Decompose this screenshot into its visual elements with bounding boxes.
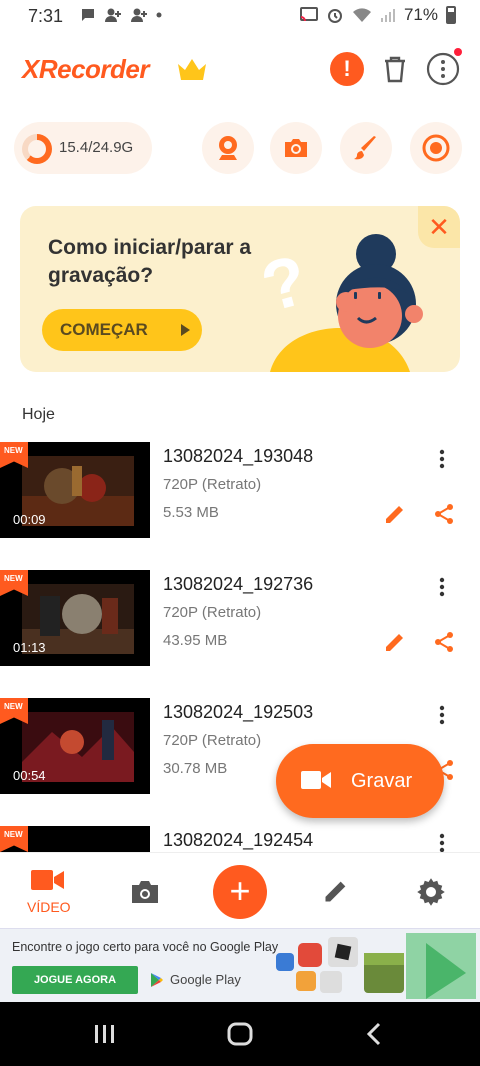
- video-camera-icon: [31, 870, 64, 890]
- tutorial-banner: Como iniciar/parar a gravação? COMEÇAR ?…: [20, 206, 460, 372]
- video-list-item[interactable]: NEW 01:13 13082024_192736 720P (Retrato)…: [0, 570, 480, 670]
- play-arrow-icon: [181, 324, 190, 336]
- wifi-icon: [352, 8, 371, 22]
- video-title: 13082024_193048: [163, 446, 314, 466]
- date-section-label: Hoje: [22, 406, 55, 423]
- video-list-item[interactable]: NEW 13082024_192454: [0, 826, 480, 852]
- camera-icon: [285, 139, 307, 157]
- storage-ring-icon: [22, 134, 52, 164]
- video-size: 43.95 MB: [163, 632, 228, 649]
- notification-dot-icon: [156, 12, 162, 18]
- status-bar: 7:31 71%: [0, 0, 480, 32]
- edit-icon[interactable]: [383, 630, 407, 654]
- ad-banner[interactable]: Encontre o jogo certo para você no Googl…: [0, 928, 480, 1002]
- cast-icon: [299, 7, 318, 22]
- svg-text:?: ?: [254, 240, 315, 326]
- trash-icon[interactable]: [378, 52, 412, 86]
- battery-icon: [446, 6, 456, 24]
- more-vertical-icon[interactable]: [432, 704, 452, 726]
- nav-add-button[interactable]: +: [213, 865, 267, 919]
- video-duration: 01:13: [13, 640, 46, 655]
- crown-icon[interactable]: [176, 56, 208, 82]
- recent-apps-icon[interactable]: [92, 1022, 118, 1046]
- storage-text: 15.4/24.9G: [59, 139, 134, 156]
- record-icon: [422, 134, 450, 162]
- new-badge: NEW: [0, 698, 28, 724]
- video-title: 13082024_192736: [163, 574, 314, 594]
- brush-button[interactable]: [340, 122, 392, 174]
- alarm-icon: [327, 9, 342, 23]
- contact-add-icon: [105, 8, 121, 22]
- video-duration: 00:09: [13, 512, 46, 527]
- video-thumbnail[interactable]: NEW 00:09: [0, 442, 150, 538]
- brush-icon: [354, 136, 376, 160]
- share-icon[interactable]: [432, 502, 456, 526]
- record-button[interactable]: Gravar: [276, 744, 444, 818]
- home-icon[interactable]: [226, 1022, 254, 1046]
- status-time: 7:31: [28, 6, 64, 26]
- facecam-button[interactable]: [202, 122, 254, 174]
- notification-badge: [454, 48, 462, 56]
- new-badge: NEW: [0, 826, 28, 852]
- video-size: 30.78 MB: [163, 760, 228, 777]
- video-thumbnail[interactable]: NEW 01:13: [0, 570, 150, 666]
- video-resolution: 720P (Retrato): [163, 732, 262, 749]
- system-navigation-bar: [0, 1002, 480, 1066]
- video-size: 5.53 MB: [163, 504, 219, 521]
- ad-cta-button[interactable]: JOGUE AGORA: [12, 966, 138, 994]
- record-toggle-button[interactable]: [410, 122, 462, 174]
- video-list-item[interactable]: NEW 00:09 13082024_193048 720P (Retrato)…: [0, 442, 480, 542]
- screenshot-button[interactable]: [270, 122, 322, 174]
- video-resolution: 720P (Retrato): [163, 604, 262, 621]
- new-badge: NEW: [0, 570, 28, 596]
- signal-icon: [380, 9, 395, 22]
- contact-add-icon-2: [131, 8, 147, 22]
- edit-icon[interactable]: [383, 502, 407, 526]
- message-icon: [82, 9, 94, 21]
- nav-tab-edit[interactable]: [322, 877, 350, 905]
- start-button-label: COMEÇAR: [60, 320, 148, 339]
- back-icon[interactable]: [364, 1022, 384, 1046]
- girl-illustration: ?: [254, 234, 423, 372]
- video-camera-icon: [301, 771, 331, 789]
- nav-video-label: VÍDEO: [27, 899, 71, 915]
- more-options-icon[interactable]: [426, 48, 462, 86]
- start-button[interactable]: COMEÇAR: [42, 309, 202, 351]
- new-badge: NEW: [0, 442, 28, 468]
- close-icon[interactable]: ✕: [418, 206, 460, 248]
- video-duration: 00:54: [13, 768, 46, 783]
- alert-icon[interactable]: !: [330, 52, 364, 86]
- record-button-label: Gravar: [351, 770, 413, 792]
- google-play-label: Google Play: [170, 972, 241, 987]
- ad-text: Encontre o jogo certo para você no Googl…: [12, 940, 279, 954]
- more-vertical-icon[interactable]: [432, 576, 452, 598]
- webcam-icon: [219, 136, 237, 160]
- more-vertical-icon[interactable]: [432, 832, 452, 852]
- nav-tab-settings[interactable]: [416, 877, 446, 907]
- nav-tab-photos[interactable]: [130, 879, 160, 905]
- app-logo: XRecorder: [22, 54, 150, 84]
- video-resolution: 720P (Retrato): [163, 476, 262, 493]
- video-title: 13082024_192454: [163, 830, 314, 850]
- bottom-navigation: VÍDEO +: [0, 852, 480, 930]
- share-icon[interactable]: [432, 630, 456, 654]
- video-thumbnail[interactable]: NEW 00:54: [0, 698, 150, 794]
- video-title: 13082024_192503: [163, 702, 314, 722]
- storage-indicator[interactable]: 15.4/24.9G: [14, 122, 152, 174]
- google-play-icon: [151, 973, 163, 987]
- battery-percent: 71%: [403, 5, 438, 24]
- app-header: XRecorder !: [0, 40, 480, 100]
- game-icons-collage: [276, 933, 476, 999]
- more-vertical-icon[interactable]: [432, 448, 452, 470]
- video-thumbnail[interactable]: NEW: [0, 826, 150, 852]
